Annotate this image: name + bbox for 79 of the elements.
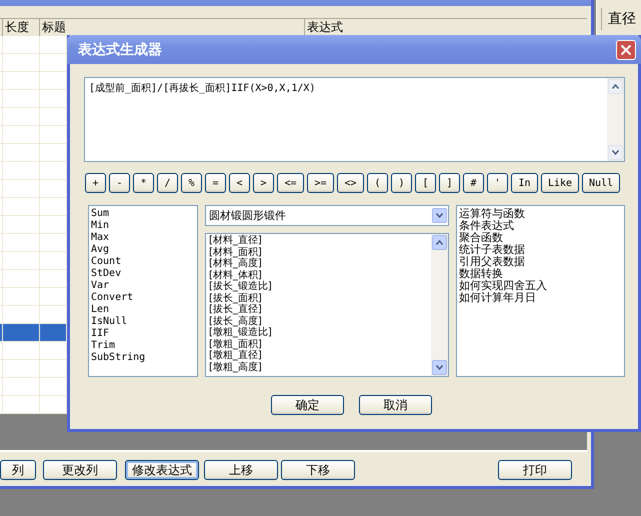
scrollbar[interactable] [607, 78, 624, 161]
list-item[interactable]: Len [91, 304, 110, 316]
list-item[interactable]: [拔长_锻造比] [209, 281, 272, 292]
list-item[interactable]: IsNull [91, 316, 128, 328]
column-header[interactable]: 直径 [601, 8, 638, 30]
list-item[interactable]: [材料_高度] [209, 258, 262, 270]
ok-button[interactable]: 确定 [271, 395, 344, 415]
operator-button[interactable]: - [109, 173, 130, 193]
toolbar-button[interactable]: 打印 [498, 460, 572, 480]
list-item[interactable]: [墩粗_直径] [209, 350, 262, 362]
chevron-down-icon [436, 213, 443, 218]
operator-button[interactable]: In [511, 173, 538, 193]
list-item[interactable]: Var [91, 280, 110, 292]
operator-button[interactable]: <= [277, 173, 304, 193]
operator-button[interactable]: Like [541, 173, 579, 193]
list-item[interactable]: [材料_体积] [209, 270, 262, 281]
cancel-button[interactable]: 取消 [359, 395, 432, 415]
chevron-up-icon [612, 84, 619, 89]
list-item[interactable]: SubString [91, 352, 146, 364]
list-item[interactable]: IIF [91, 328, 110, 340]
list-item[interactable]: Convert [91, 292, 134, 304]
toolbar-button[interactable]: 列 [0, 460, 36, 480]
list-item[interactable]: [墩粗_高度] [209, 362, 262, 373]
operator-button[interactable]: = [205, 173, 226, 193]
list-item[interactable]: Max [91, 232, 110, 244]
chevron-up-icon [436, 240, 443, 245]
list-item[interactable]: [拔长_面积] [209, 292, 262, 304]
list-item[interactable]: Min [91, 220, 110, 232]
list-item[interactable]: 如何计算年月日 [459, 292, 536, 304]
operator-button[interactable]: / [157, 173, 178, 193]
operator-button[interactable]: < [229, 173, 250, 193]
list-item[interactable]: StDev [91, 268, 122, 280]
chevron-down-icon [436, 365, 443, 370]
list-item[interactable]: [墩粗_面积] [209, 338, 262, 350]
list-item[interactable]: [拔长_直径] [209, 304, 262, 316]
list-item[interactable]: [材料_直径] [209, 235, 262, 246]
list-item[interactable]: Sum [91, 208, 110, 220]
list-item[interactable]: 统计子表数据 [459, 244, 525, 256]
operator-button[interactable]: ( [367, 173, 388, 193]
close-button[interactable] [616, 40, 636, 60]
toolbar-button[interactable]: 修改表达式 [125, 460, 199, 480]
operator-button[interactable]: > [253, 173, 274, 193]
list-item[interactable]: [墩粗_锻造比] [209, 327, 272, 338]
list-item[interactable]: 条件表达式 [459, 220, 514, 232]
close-icon [620, 44, 632, 56]
toolbar-button[interactable]: 更改列 [43, 460, 117, 480]
list-item[interactable]: 运算符与函数 [459, 208, 525, 220]
function-list[interactable]: Sum Min Max Avg Count StDev Var Convert Len IsNull IIF Trim SubString [88, 205, 198, 377]
operator-button[interactable]: ' [487, 173, 508, 193]
operator-button[interactable]: ] [439, 173, 460, 193]
expression-field[interactable]: [成型前_面积]/[再拔长_面积]IIF(X>0,X,1/X) [84, 77, 625, 162]
operator-button[interactable]: <> [337, 173, 364, 193]
chevron-down-icon [612, 150, 619, 155]
scrollbar[interactable] [431, 234, 448, 376]
operator-button[interactable]: ) [391, 173, 412, 193]
list-item[interactable]: Avg [91, 244, 110, 256]
list-item[interactable]: 如何实现四舍五入 [459, 280, 547, 292]
operator-button[interactable]: Null [582, 173, 620, 193]
operator-button[interactable]: % [181, 173, 202, 193]
list-item[interactable]: 聚合函数 [459, 232, 503, 244]
dialog-title: 表达式生成器 [78, 40, 162, 58]
toolbar-button[interactable]: 下移 [281, 460, 355, 480]
list-item[interactable]: [材料_面积] [209, 246, 262, 258]
list-item[interactable]: 引用父表数据 [459, 256, 525, 268]
operator-button[interactable]: * [133, 173, 154, 193]
toolbar-button[interactable]: 上移 [204, 460, 278, 480]
help-topic-list[interactable]: 运算符与函数 条件表达式 聚合函数 统计子表数据 引用父表数据 数据转换 如何实现四舍五入 如何计算年月日 [456, 205, 625, 377]
list-item[interactable]: Trim [91, 340, 116, 352]
field-list[interactable]: [材料_直径] [材料_面积] [材料_高度] [材料_体积] [拔长_锻造比] [拔长_面积] [拔长_直径] [拔长_高度] [墩粗_锻造比] [墩粗_面积] [墩粗_直径] [墩粗_高度] [205, 233, 449, 377]
list-item[interactable]: 数据转换 [459, 268, 503, 280]
table-dropdown[interactable]: 圆材锻圆形锻件 [205, 205, 449, 226]
expression-text: [成型前_面积]/[再拔长_面积]IIF(X>0,X,1/X) [88, 82, 316, 96]
operator-button[interactable]: [ [415, 173, 436, 193]
list-item[interactable]: Count [91, 256, 122, 268]
operator-button[interactable]: # [463, 173, 484, 193]
operator-button[interactable]: >= [307, 173, 334, 193]
table-row[interactable] [0, 324, 67, 342]
operator-button[interactable]: + [85, 173, 106, 193]
list-item[interactable]: [拔长_高度] [209, 316, 262, 327]
